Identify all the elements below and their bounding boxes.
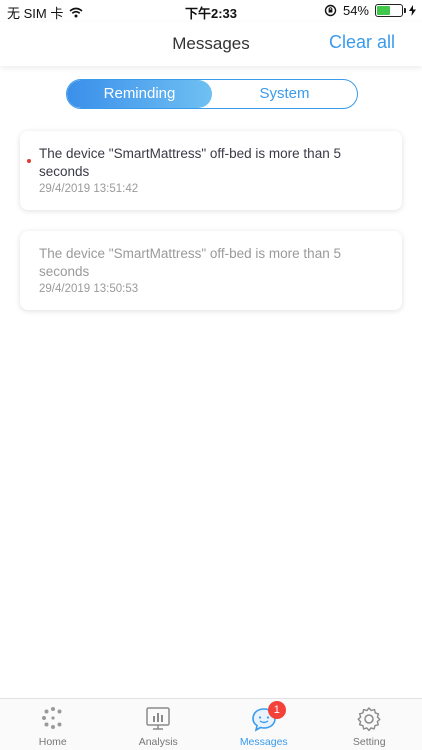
- message-type-segmented-control: Reminding System: [66, 79, 358, 109]
- battery-level: [377, 6, 390, 15]
- orientation-lock-icon: [324, 4, 337, 17]
- message-text: The device "SmartMattress" off-bed is mo…: [39, 146, 341, 179]
- tab-setting[interactable]: Setting: [317, 699, 422, 750]
- status-right: 54%: [324, 3, 416, 18]
- home-logo-icon: [41, 707, 62, 729]
- message-card[interactable]: The device "SmartMattress" off-bed is mo…: [20, 131, 402, 210]
- message-card[interactable]: The device "SmartMattress" off-bed is mo…: [20, 231, 402, 310]
- analysis-chart-icon: [146, 707, 170, 730]
- message-timestamp: 29/4/2019 13:51:42: [39, 183, 139, 195]
- nav-bar: Messages Clear all: [0, 22, 422, 66]
- tab-system[interactable]: System: [212, 80, 357, 108]
- tab-analysis[interactable]: Analysis: [106, 699, 212, 750]
- status-bar: 无 SIM 卡 下午2:33 54%: [0, 0, 422, 22]
- tab-label: Messages: [239, 736, 288, 748]
- tab-label: Analysis: [138, 736, 178, 748]
- tab-label: Home: [38, 736, 67, 748]
- tab-label: Setting: [352, 736, 386, 748]
- clear-all-button[interactable]: Clear all: [329, 32, 395, 53]
- battery-percent: 54%: [342, 3, 369, 18]
- gear-icon: [357, 707, 381, 732]
- tab-reminding[interactable]: Reminding: [67, 80, 212, 108]
- tab-messages[interactable]: 1 Messages: [211, 699, 317, 750]
- message-text: The device "SmartMattress" off-bed is mo…: [39, 246, 341, 279]
- bottom-tab-bar: Home Analysis 1 Messages Setting: [0, 698, 422, 750]
- charging-bolt-icon: [409, 5, 416, 16]
- battery-icon: [375, 4, 406, 17]
- unread-indicator-dot: [27, 159, 31, 163]
- tab-home[interactable]: Home: [0, 699, 106, 750]
- message-timestamp: 29/4/2019 13:50:53: [39, 283, 139, 295]
- unread-count-badge: 1: [267, 701, 286, 719]
